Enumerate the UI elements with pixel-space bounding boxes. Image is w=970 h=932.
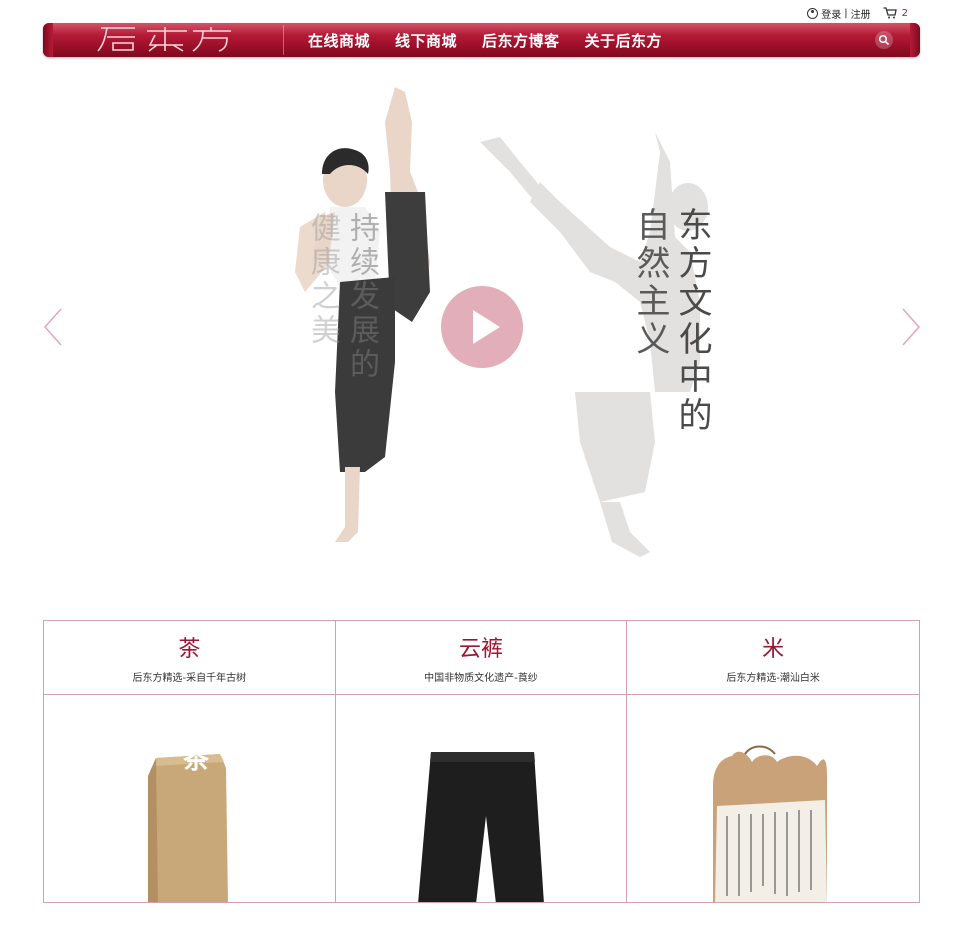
product-subtitle: 中国非物质文化遗产-莨纱 <box>424 673 538 684</box>
product-subtitle: 后东方精选-潮汕白米 <box>726 673 820 684</box>
product-card-header: 米 后东方精选-潮汕白米 <box>627 621 919 695</box>
carousel-prev-arrow-icon[interactable] <box>42 307 64 347</box>
product-card-rice[interactable]: 米 后东方精选-潮汕白米 <box>627 621 919 902</box>
search-icon <box>878 34 890 46</box>
product-card-tea[interactable]: 茶 后东方精选-采自千年古树 茶 <box>44 621 336 902</box>
navbar-right-cap <box>910 23 920 57</box>
login-link[interactable]: 登录 <box>821 6 841 21</box>
nav-item-online-store[interactable]: 在线商城 <box>308 30 370 51</box>
cart-count[interactable]: 2 <box>902 8 908 19</box>
nav-item-blog[interactable]: 后东方博客 <box>482 30 560 51</box>
hero-banner[interactable]: 东方文化中的 自然主义 持续发展的 健康之美 <box>0 62 970 602</box>
product-title[interactable]: 米 <box>627 621 919 663</box>
carousel-next-arrow-icon[interactable] <box>900 307 922 347</box>
search-button[interactable] <box>875 31 893 49</box>
login-separator: | <box>844 7 848 19</box>
hero-tagline-secondary: 自然主义 <box>630 207 670 359</box>
product-card-header: 云裤 中国非物质文化遗产-莨纱 <box>335 621 627 695</box>
nav-item-offline-store[interactable]: 线下商城 <box>395 30 457 51</box>
product-subtitle: 后东方精选-采自千年古树 <box>132 673 247 684</box>
brand-logo[interactable] <box>95 25 235 53</box>
product-card-trousers[interactable]: 云裤 中国非物质文化遗产-莨纱 <box>335 621 628 902</box>
play-icon <box>473 310 500 344</box>
tea-package-image[interactable]: 茶 <box>44 696 335 902</box>
product-card-header: 茶 后东方精选-采自千年古树 <box>44 621 335 695</box>
product-title[interactable]: 茶 <box>44 621 335 663</box>
navbar-left-cap <box>43 23 53 57</box>
nav-menu: 在线商城 线下商城 后东方博客 关于后东方 <box>308 23 687 57</box>
hero-tagline-left-1: 持续发展的 <box>344 212 379 382</box>
tea-package-label: 茶 <box>183 745 210 775</box>
rice-bag-image[interactable] <box>627 696 919 902</box>
product-grid: 茶 后东方精选-采自千年古树 茶 云裤 中国非物质文化遗产-莨纱 米 后东方精选… <box>43 620 920 903</box>
top-utility-bar: 登录 | 注册 2 <box>807 5 908 21</box>
video-play-button[interactable] <box>441 286 523 368</box>
trousers-image[interactable] <box>336 696 627 902</box>
logo-divider <box>283 25 284 55</box>
nav-item-about[interactable]: 关于后东方 <box>585 30 663 51</box>
user-icon[interactable] <box>807 7 819 19</box>
cart-icon[interactable] <box>883 7 897 19</box>
product-title[interactable]: 云裤 <box>336 621 627 663</box>
register-link[interactable]: 注册 <box>851 6 871 21</box>
main-navbar: 在线商城 线下商城 后东方博客 关于后东方 <box>43 23 920 57</box>
hero-tagline-main: 东方文化中的 <box>672 207 712 435</box>
hero-tagline-left-2: 健康之美 <box>305 212 340 348</box>
